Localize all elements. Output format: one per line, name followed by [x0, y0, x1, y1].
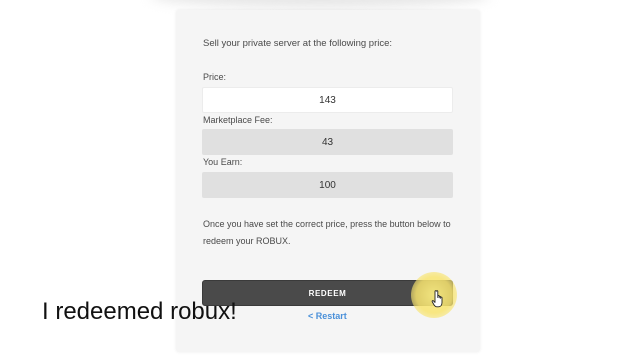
intro-text: Sell your private server at the followin…: [203, 38, 393, 49]
marketplace-fee-label: Marketplace Fee:: [203, 115, 273, 125]
instructions-text: Once you have set the correct price, pre…: [203, 219, 451, 246]
price-input[interactable]: 143: [202, 87, 453, 113]
price-label: Price:: [203, 72, 227, 82]
top-shadow: [150, 0, 490, 8]
video-caption: I redeemed robux!: [42, 298, 237, 325]
you-earn-label: You Earn:: [203, 157, 243, 167]
restart-link[interactable]: < Restart: [308, 311, 347, 321]
marketplace-fee-field: 43: [202, 129, 453, 155]
hand-pointer-icon: [431, 290, 443, 308]
you-earn-field: 100: [202, 172, 453, 198]
